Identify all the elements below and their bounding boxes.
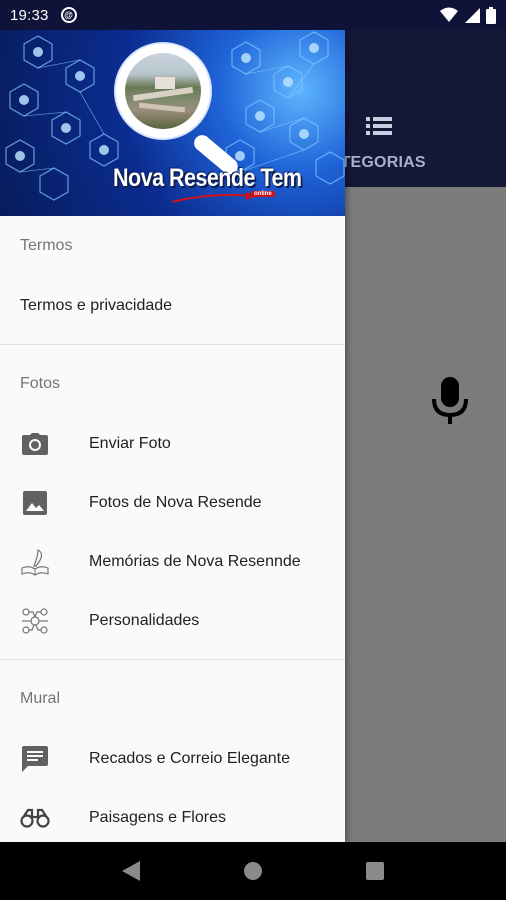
list-icon[interactable] (366, 116, 392, 136)
status-icons (440, 6, 496, 24)
logo-online-badge: online (251, 191, 275, 197)
logo-swoosh-graphic (172, 192, 256, 203)
city-photo (125, 53, 201, 129)
app-logo-text: Nova Resende Tem (113, 164, 302, 192)
section-title-mural: Mural (20, 690, 61, 707)
drawer-item-recados[interactable]: Recados e Correio Elegante (0, 729, 345, 788)
drawer-item-label: Personalidades (89, 611, 200, 629)
drawer-item-label: Paisagens e Flores (89, 808, 226, 826)
home-icon (244, 862, 262, 880)
back-icon (122, 861, 140, 881)
navigation-drawer: Nova Resende Tem online Termos Termos e … (0, 30, 345, 842)
binoculars-icon (20, 803, 50, 833)
battery-icon (486, 6, 496, 24)
drawer-item-paisagens[interactable]: Paisagens e Flores (0, 788, 345, 842)
quill-book-icon (20, 547, 50, 577)
drawer-item-termos-privacidade[interactable]: Termos e privacidade (0, 276, 345, 335)
image-icon (20, 488, 50, 518)
drawer-item-label: Enviar Foto (89, 434, 171, 452)
divider (0, 344, 345, 345)
drawer-item-fotos-nova-resende[interactable]: Fotos de Nova Resende (0, 473, 345, 532)
drawer-item-label: Memórias de Nova Resennde (89, 552, 301, 570)
drawer-item-memorias[interactable]: Memórias de Nova Resennde (0, 532, 345, 591)
magnifier-logo (116, 44, 210, 138)
drawer-header: Nova Resende Tem online (0, 30, 345, 216)
signal-icon (465, 8, 480, 23)
message-icon (20, 744, 50, 774)
section-title-termos: Termos (20, 237, 73, 254)
divider (0, 659, 345, 660)
system-nav-bar (0, 842, 506, 900)
status-time: 19:33 (10, 6, 49, 24)
camera-icon (20, 429, 50, 459)
status-bar: 19:33 @ (0, 0, 506, 30)
drawer-item-label: Fotos de Nova Resende (89, 493, 262, 511)
drawer-item-label: Termos e privacidade (20, 296, 173, 314)
drawer-item-label: Recados e Correio Elegante (89, 749, 291, 767)
recents-button[interactable] (355, 851, 395, 891)
back-button[interactable] (111, 851, 151, 891)
home-button[interactable] (233, 851, 273, 891)
wifi-icon (440, 7, 458, 22)
drawer-item-enviar-foto[interactable]: Enviar Foto (0, 414, 345, 473)
drawer-item-personalidades[interactable]: Personalidades (0, 591, 345, 650)
recents-icon (366, 862, 384, 880)
notification-badge-icon: @ (60, 7, 77, 23)
circuit-head-icon (20, 606, 50, 636)
microphone-icon[interactable] (430, 377, 470, 425)
section-title-fotos: Fotos (20, 375, 61, 392)
